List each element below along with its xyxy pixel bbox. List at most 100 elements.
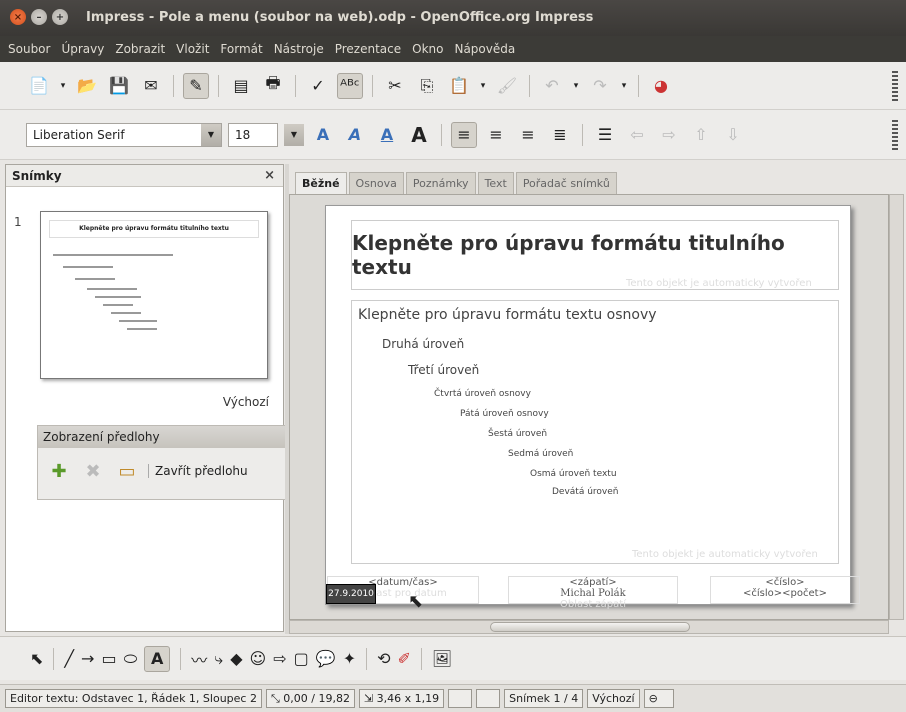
symbol-shapes-icon[interactable]: ☺: [250, 649, 267, 668]
flowchart-icon[interactable]: ▢: [294, 649, 309, 668]
menu-prezentace[interactable]: Prezentace: [335, 42, 401, 56]
footer-center-area[interactable]: <zápatí> Michal Polák Oblast zápatí: [508, 576, 678, 610]
line-icon[interactable]: ╱: [64, 649, 74, 668]
menu-vlozit[interactable]: Vložit: [176, 42, 209, 56]
tab-outline[interactable]: Osnova: [348, 172, 404, 194]
font-size-combo[interactable]: 18: [228, 122, 278, 147]
align-center-icon[interactable]: ≡: [483, 122, 509, 148]
align-right-icon[interactable]: ≡: [515, 122, 541, 148]
close-master-view-button[interactable]: Zavřít předlohu: [148, 464, 248, 478]
zoom-slider[interactable]: ⊖: [643, 689, 674, 708]
spellcheck-icon[interactable]: ✓: [305, 73, 331, 99]
bullets-icon[interactable]: ☰: [592, 122, 618, 148]
arrow-right-icon[interactable]: ⇨: [656, 122, 682, 148]
ellipse-icon[interactable]: ⬭: [124, 649, 138, 669]
dropdown-arrow-icon[interactable]: ▾: [571, 73, 581, 99]
rename-master-icon[interactable]: ▭: [114, 458, 140, 484]
dropdown-arrow-icon[interactable]: ▾: [619, 73, 629, 99]
footer-number-value: <číslo><počet>: [743, 588, 827, 599]
close-window-button[interactable]: ×: [10, 9, 26, 25]
slide-title: Klepněte pro úpravu formátu titulního te…: [352, 231, 785, 279]
autospellcheck-icon[interactable]: ᴬᴮᶜ: [337, 72, 363, 99]
basic-shapes-icon[interactable]: ◆: [230, 649, 242, 668]
chevron-down-icon[interactable]: ▼: [284, 123, 304, 146]
toolbar-grip[interactable]: [892, 70, 898, 101]
new-document-icon[interactable]: 📄: [26, 73, 52, 99]
line-arrow-icon[interactable]: →: [81, 649, 94, 668]
points-icon[interactable]: ⟲: [377, 649, 390, 668]
print-icon[interactable]: 🖶: [260, 73, 286, 99]
menu-napoveda[interactable]: Nápověda: [454, 42, 515, 56]
delete-master-icon[interactable]: ✖: [80, 458, 106, 484]
scrollbar-thumb[interactable]: [490, 622, 690, 632]
tab-text[interactable]: Text: [477, 172, 514, 194]
slide-thumbnail[interactable]: Klepněte pro úpravu formátu titulního te…: [40, 211, 268, 379]
new-master-icon[interactable]: ✚: [46, 458, 72, 484]
save-icon[interactable]: 💾: [106, 73, 132, 99]
tab-slide-sorter[interactable]: Pořadač snímků: [515, 172, 617, 194]
cut-icon[interactable]: ✂: [382, 73, 408, 99]
outline-placeholder[interactable]: Klepněte pro úpravu formátu textu osnovy…: [351, 300, 839, 564]
dropdown-arrow-icon[interactable]: ▾: [58, 73, 68, 99]
dropdown-arrow-icon[interactable]: ▾: [478, 73, 488, 99]
font-name-combo[interactable]: Liberation Serif ▼: [26, 122, 222, 147]
outline-level-7: Sedmá úroveň: [508, 449, 574, 459]
master-view-header[interactable]: Zobrazení předlohy ▼: [38, 426, 304, 448]
email-icon[interactable]: ✉: [138, 73, 164, 99]
vertical-scrollbar[interactable]: [889, 194, 904, 620]
menu-upravy[interactable]: Úpravy: [61, 42, 104, 56]
stars-icon[interactable]: ✦: [343, 649, 356, 668]
connector-icon[interactable]: ⤷: [214, 649, 223, 669]
select-arrow-icon[interactable]: ⬉: [30, 649, 43, 668]
copy-icon[interactable]: ⎘: [414, 73, 440, 99]
close-icon[interactable]: ×: [264, 168, 275, 183]
block-arrows-icon[interactable]: ⇨: [273, 649, 286, 668]
toolbar-grip[interactable]: [892, 119, 898, 150]
callouts-icon[interactable]: 💬: [316, 649, 336, 668]
horizontal-scrollbar[interactable]: [289, 620, 889, 634]
outline-level-6: Šestá úroveň: [488, 429, 548, 439]
minimize-window-button[interactable]: –: [31, 9, 47, 25]
bold-font-icon[interactable]: A: [406, 122, 432, 148]
undo-icon[interactable]: ↶: [539, 73, 565, 99]
format-paintbrush-icon[interactable]: 🖌: [494, 73, 520, 99]
chart-icon[interactable]: ◕: [648, 73, 674, 99]
menu-zobrazit[interactable]: Zobrazit: [115, 42, 165, 56]
maximize-window-button[interactable]: +: [52, 9, 68, 25]
arrow-down-icon[interactable]: ⇩: [720, 122, 746, 148]
status-position-value: 0,00 / 19,82: [283, 692, 350, 705]
menu-format[interactable]: Formát: [220, 42, 262, 56]
tab-normal[interactable]: Běžné: [295, 172, 347, 194]
edit-file-icon[interactable]: ✎: [183, 72, 209, 99]
menu-soubor[interactable]: Soubor: [8, 42, 50, 56]
paste-icon[interactable]: 📋: [446, 73, 472, 99]
text-icon[interactable]: A: [144, 645, 171, 672]
outline-font-icon[interactable]: A: [310, 122, 336, 148]
justify-icon[interactable]: ≣: [547, 122, 573, 148]
slide-canvas[interactable]: Klepněte pro úpravu formátu titulního te…: [325, 205, 860, 612]
redo-icon[interactable]: ↷: [587, 73, 613, 99]
italic-font-icon[interactable]: A: [342, 122, 368, 148]
image-icon[interactable]: 🖼: [432, 649, 452, 668]
chevron-down-icon[interactable]: ▼: [201, 123, 221, 146]
export-pdf-icon[interactable]: ▤: [228, 73, 254, 99]
slides-panel: Snímky × 1 Klepněte pro úpravu formátu t…: [5, 164, 284, 632]
align-left-icon[interactable]: ≡: [451, 121, 477, 148]
fontwork-icon[interactable]: ✐: [398, 649, 411, 668]
menu-okno[interactable]: Okno: [412, 42, 443, 56]
menu-nastroje[interactable]: Nástroje: [274, 42, 324, 56]
slide-editing-area[interactable]: Klepněte pro úpravu formátu titulního te…: [289, 194, 889, 620]
arrow-left-icon[interactable]: ⇦: [624, 122, 650, 148]
selected-date-field[interactable]: 27.9.2010: [326, 584, 376, 604]
underline-font-icon[interactable]: A: [374, 122, 400, 148]
status-slide-number: Snímek 1 / 4: [504, 689, 584, 708]
arrow-up-icon[interactable]: ⇧: [688, 122, 714, 148]
footer-number-area[interactable]: <číslo> <číslo><počet>: [710, 576, 860, 604]
rectangle-icon[interactable]: ▭: [101, 649, 116, 668]
open-folder-icon[interactable]: 📂: [74, 73, 100, 99]
curve-icon[interactable]: 〰: [191, 647, 207, 671]
digital-signature-icon[interactable]: [476, 689, 501, 708]
status-bar: Editor textu: Odstavec 1, Řádek 1, Sloup…: [0, 684, 906, 712]
tab-notes[interactable]: Poznámky: [405, 172, 476, 194]
document-modified-icon[interactable]: [448, 689, 473, 708]
